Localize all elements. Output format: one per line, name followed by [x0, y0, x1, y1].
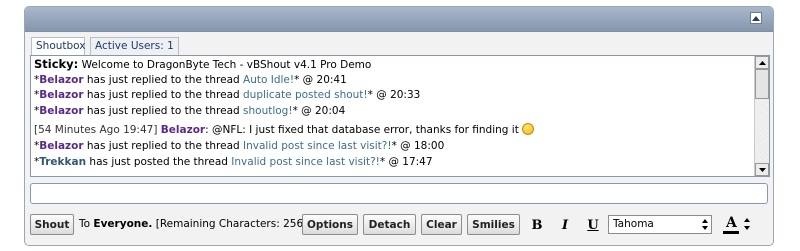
scroll-down-icon[interactable] — [755, 163, 769, 176]
shout-button[interactable]: Shout — [30, 214, 74, 235]
message-text: has just replied to the thread — [83, 104, 244, 117]
list-item: *Belazor has just replied to the thread … — [34, 88, 753, 104]
username-link[interactable]: Belazor — [161, 124, 205, 136]
message-text: : @NFL: I just fixed that database error… — [205, 124, 519, 137]
message-timestamp: [54 Minutes Ago 19:47] — [34, 124, 158, 137]
remaining-characters: [Remaining Characters: 256] — [155, 218, 308, 230]
message-list: Sticky: Welcome to DragonByte Tech - vBS… — [34, 57, 753, 176]
message-text: has just replied to the thread — [83, 139, 244, 152]
thread-link[interactable]: duplicate posted shout! — [243, 89, 368, 101]
list-item: *Belazor has just replied to the thread … — [34, 73, 753, 89]
tab-shoutbox[interactable]: Shoutbox — [31, 37, 86, 56]
list-item: *Belazor has just replied to the thread … — [34, 139, 753, 155]
font-select-value: Tahoma — [613, 218, 654, 230]
panel-header — [25, 7, 773, 32]
scroll-up-icon[interactable] — [755, 56, 769, 69]
dropdown-arrows-icon — [744, 218, 750, 230]
chat-scrollbar[interactable] — [754, 56, 769, 176]
font-color-swatch — [723, 231, 739, 234]
message-text: has just posted the thread — [86, 155, 232, 168]
recipient-text: To Everyone. [Remaining Characters: 256] — [79, 218, 307, 230]
detach-button[interactable]: Detach — [363, 214, 416, 235]
message-time: * @ 17:47 — [379, 155, 433, 168]
message-text: has just replied to the thread — [83, 89, 244, 102]
chat-message: [54 Minutes Ago 19:47] Belazor: @NFL: I … — [34, 123, 753, 139]
username-link[interactable]: Belazor — [39, 105, 83, 117]
tab-active-users[interactable]: Active Users: 1 — [90, 37, 179, 55]
username-link[interactable]: Belazor — [39, 89, 83, 101]
thread-link[interactable]: shoutlog! — [243, 105, 293, 117]
thread-link[interactable]: Invalid post since last visit?! — [243, 140, 392, 152]
username-link[interactable]: Trekkan — [39, 156, 86, 168]
italic-icon[interactable]: I — [556, 216, 574, 234]
collapse-up-icon[interactable] — [750, 12, 762, 24]
smiley-icon — [521, 123, 534, 136]
message-time: * @ 20:33 — [367, 89, 421, 102]
message-time: * @ 20:04 — [292, 104, 346, 117]
bold-icon[interactable]: B — [528, 216, 546, 234]
thread-link[interactable]: Invalid post since last visit?! — [231, 156, 380, 168]
sticky-message: Sticky: Welcome to DragonByte Tech - vBS… — [34, 57, 753, 73]
smilies-button[interactable]: Smilies — [467, 214, 520, 235]
clear-button[interactable]: Clear — [421, 214, 462, 235]
sticky-text: Welcome to DragonByte Tech - vBShout v4.… — [81, 59, 372, 71]
shoutbox-panel: Shoutbox Active Users: 1 Sticky: Welcome… — [24, 6, 774, 246]
message-time: * @ 18:00 — [391, 139, 445, 152]
username-link[interactable]: Belazor — [39, 140, 83, 152]
to-label: To — [79, 218, 94, 230]
select-arrows-icon — [702, 219, 708, 230]
message-time: * @ 20:41 — [294, 73, 347, 86]
to-target[interactable]: Everyone. — [93, 218, 152, 230]
shout-input[interactable] — [30, 183, 768, 204]
font-color-icon: A — [726, 215, 737, 231]
options-button[interactable]: Options — [302, 214, 358, 235]
list-item: *Belazor has just replied to the thread … — [34, 104, 753, 120]
font-select[interactable]: Tahoma — [608, 215, 712, 234]
message-text: has just replied to the thread — [83, 73, 244, 86]
underline-icon[interactable]: U — [584, 216, 602, 234]
sticky-label: Sticky: — [34, 57, 79, 71]
chat-window: Sticky: Welcome to DragonByte Tech - vBS… — [30, 55, 770, 177]
font-color-picker[interactable]: A — [720, 214, 760, 235]
list-item: *Trekkan has just posted the thread Inva… — [34, 155, 753, 171]
scroll-thumb[interactable] — [755, 69, 769, 99]
username-link[interactable]: Belazor — [39, 74, 83, 86]
thread-link[interactable]: Auto Idle! — [243, 74, 294, 86]
